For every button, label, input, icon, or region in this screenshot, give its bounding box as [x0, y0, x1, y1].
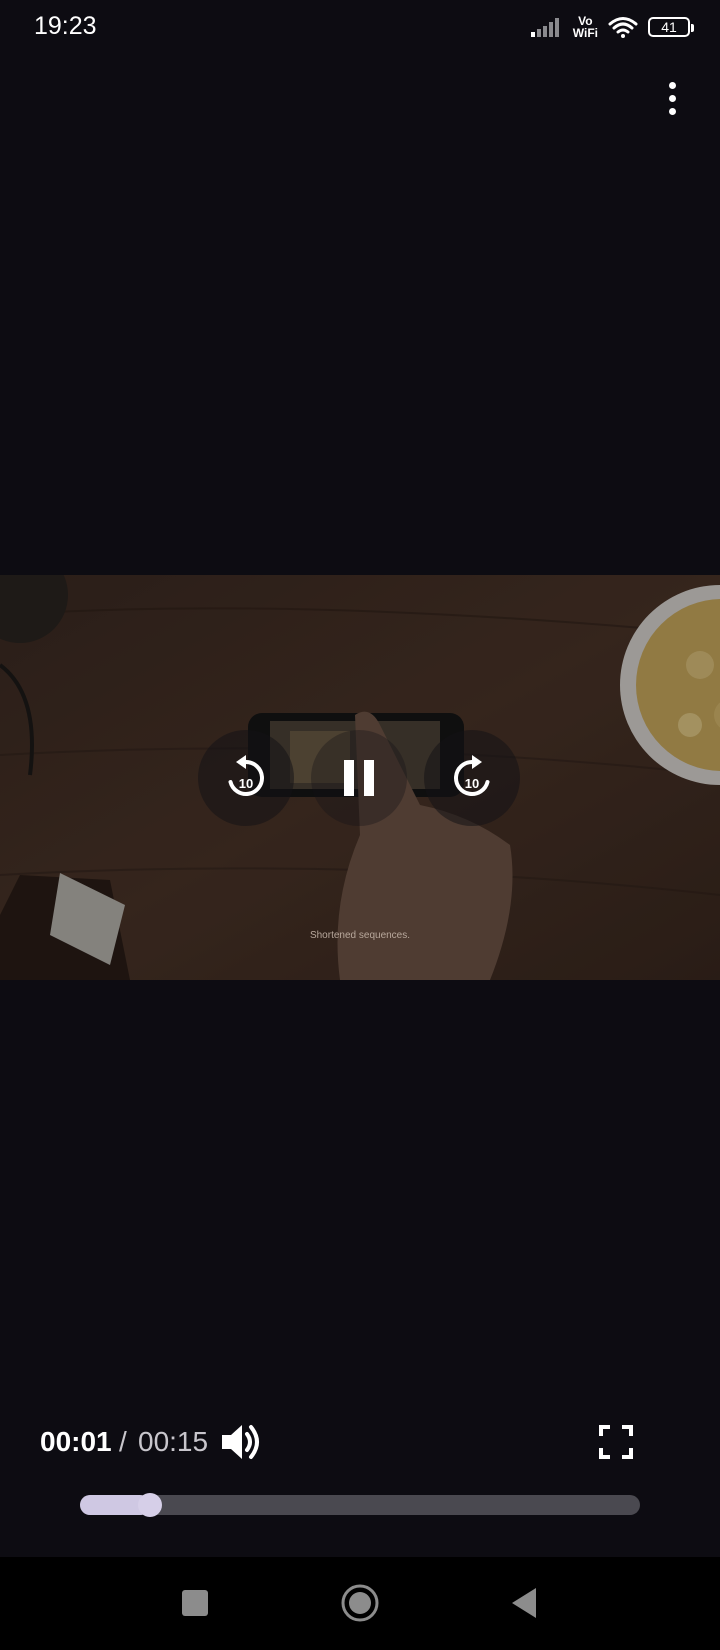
- more-dot: [668, 94, 676, 102]
- video-caption: Shortened sequences.: [309, 930, 411, 941]
- fullscreen-icon: [599, 1425, 633, 1459]
- forward-10-button[interactable]: 10: [424, 730, 520, 826]
- more-vertical-icon: [668, 81, 676, 89]
- vowifi-label: Vo WiFi: [573, 15, 598, 39]
- time-separator: /: [119, 1426, 127, 1457]
- wifi-icon: [608, 17, 638, 38]
- forward-seconds: 10: [465, 776, 479, 791]
- signal-icon: [530, 18, 559, 37]
- volume-button[interactable]: [220, 1422, 266, 1462]
- pause-icon: [344, 760, 374, 796]
- back-button[interactable]: [500, 1579, 548, 1627]
- replay-seconds: 10: [239, 776, 253, 791]
- replay-10-button[interactable]: 10: [198, 730, 294, 826]
- playback-controls: 00:01 / 00:15: [0, 1400, 720, 1520]
- battery-level: 41: [661, 19, 677, 35]
- seek-bar[interactable]: [80, 1493, 640, 1517]
- fullscreen-button[interactable]: [598, 1424, 634, 1460]
- pause-button[interactable]: [311, 730, 407, 826]
- total-time: 00:15: [138, 1426, 209, 1457]
- status-time: 19:23: [34, 12, 97, 40]
- vowifi-bottom: WiFi: [572, 26, 598, 40]
- circle-icon: [341, 1584, 379, 1622]
- more-options-button[interactable]: [652, 74, 692, 122]
- replay-10-icon: 10: [228, 755, 264, 796]
- status-icons: Vo WiFi 41: [530, 12, 694, 42]
- navigation-bar: [0, 1557, 720, 1650]
- forward-10-icon: 10: [454, 755, 490, 796]
- triangle-back-icon: [512, 1588, 536, 1618]
- square-icon: [182, 1590, 208, 1616]
- recents-button[interactable]: [171, 1579, 219, 1627]
- battery-icon: 41: [648, 17, 694, 37]
- status-bar: 19:23 Vo WiFi 41: [0, 0, 720, 56]
- seek-thumb[interactable]: [138, 1493, 162, 1517]
- volume-up-icon: [222, 1425, 259, 1459]
- more-dot: [668, 107, 676, 115]
- home-button[interactable]: [336, 1579, 384, 1627]
- current-time: 00:01: [40, 1426, 112, 1457]
